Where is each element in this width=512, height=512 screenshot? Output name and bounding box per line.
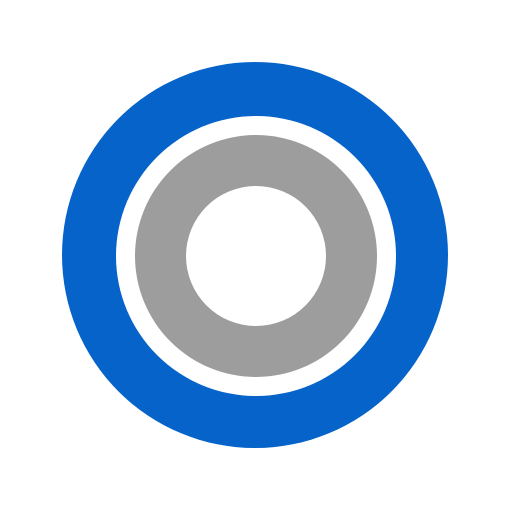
center-white-circle <box>186 186 326 326</box>
concentric-rings-logo <box>0 0 512 512</box>
